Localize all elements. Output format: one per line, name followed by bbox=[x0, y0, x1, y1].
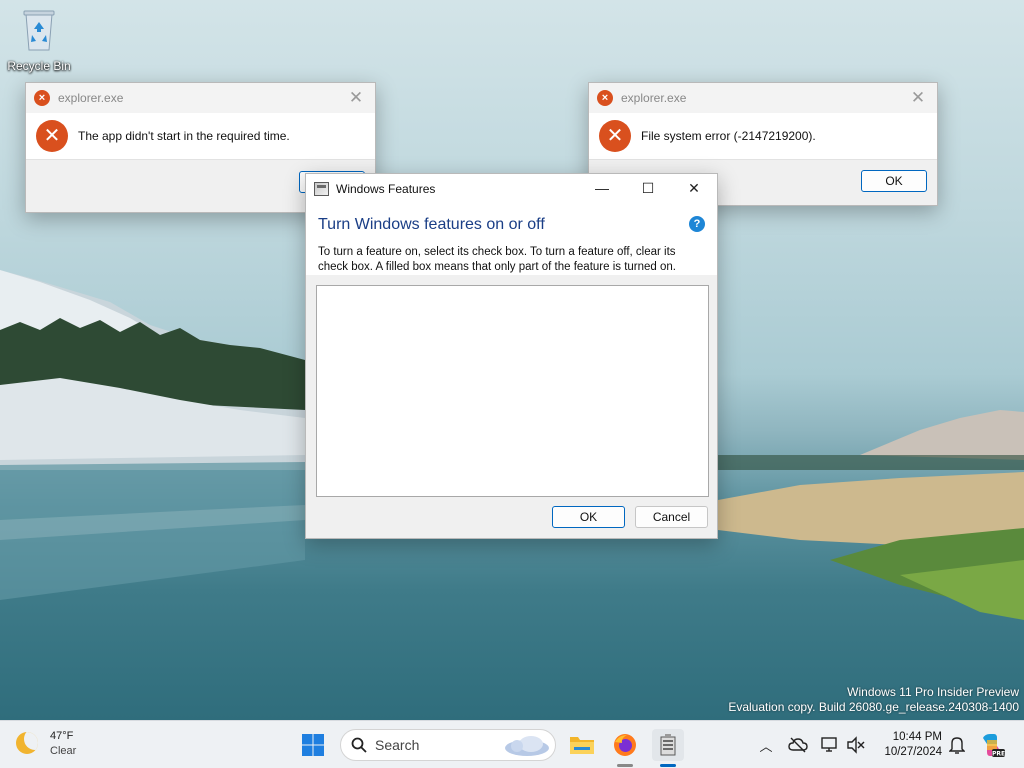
windows-features-description: To turn a feature on, select its check b… bbox=[318, 246, 676, 273]
error-dialog-titlebar[interactable]: × explorer.exe ✕ bbox=[589, 83, 937, 113]
tray-network[interactable] bbox=[818, 729, 842, 761]
search-placeholder: Search bbox=[375, 737, 420, 753]
firefox-icon bbox=[614, 734, 636, 756]
ok-button[interactable]: OK bbox=[552, 506, 625, 528]
desktop-icon-recycle-bin[interactable]: Recycle Bin bbox=[6, 8, 72, 73]
tray-onedrive[interactable] bbox=[786, 729, 810, 761]
weather-temp: 47°F bbox=[50, 730, 74, 742]
taskbar-windows-features[interactable] bbox=[652, 729, 684, 761]
taskbar-clock[interactable]: 10:44 PM 10/27/2024 bbox=[874, 730, 942, 760]
close-icon[interactable]: ✕ bbox=[347, 89, 365, 107]
running-indicator bbox=[617, 764, 633, 767]
tray-notifications[interactable] bbox=[946, 729, 968, 761]
clock-date: 10/27/2024 bbox=[884, 746, 942, 758]
maximize-icon[interactable]: ☐ bbox=[625, 174, 671, 203]
error-dialog-title: explorer.exe bbox=[58, 91, 124, 105]
windows-features-icon bbox=[660, 734, 676, 756]
watermark-line-1: Windows 11 Pro Insider Preview bbox=[847, 685, 1019, 699]
error-icon: ✕ bbox=[599, 120, 631, 152]
minimize-icon[interactable]: — bbox=[579, 174, 625, 203]
taskbar-search-box[interactable]: Search bbox=[340, 729, 556, 761]
clock-time: 10:44 PM bbox=[892, 731, 942, 743]
help-icon[interactable]: ? bbox=[689, 216, 705, 232]
close-icon[interactable]: ✕ bbox=[909, 89, 927, 107]
error-dialog-body: ✕ The app didn't start in the required t… bbox=[26, 113, 375, 159]
windows-features-dialog[interactable]: Windows Features — ☐ ✕ Turn Windows feat… bbox=[305, 173, 718, 539]
windows-features-heading: Turn Windows features on or off bbox=[318, 216, 545, 233]
error-small-icon: × bbox=[597, 90, 613, 106]
error-dialog-title: explorer.exe bbox=[621, 91, 687, 105]
ok-button[interactable]: OK bbox=[861, 170, 927, 192]
error-small-icon: × bbox=[34, 90, 50, 106]
error-message: File system error (-2147219200). bbox=[641, 129, 816, 143]
bell-icon bbox=[949, 737, 965, 754]
volume-muted-icon bbox=[847, 736, 865, 754]
taskbar-firefox[interactable] bbox=[609, 729, 641, 761]
taskbar: 47°F Clear Search ︿ 10:44 PM 10/27/2024 … bbox=[0, 720, 1024, 768]
windows-features-title: Windows Features bbox=[336, 181, 436, 196]
recycle-bin-icon bbox=[23, 10, 55, 51]
start-button[interactable] bbox=[297, 729, 329, 761]
error-dialog-body: ✕ File system error (-2147219200). bbox=[589, 113, 937, 159]
cloud-off-icon bbox=[788, 737, 808, 753]
folder-icon bbox=[570, 737, 594, 754]
moon-icon bbox=[16, 732, 38, 754]
show-hidden-icons[interactable]: ︿ bbox=[756, 729, 776, 761]
windows-features-titlebar[interactable]: Windows Features — ☐ ✕ bbox=[306, 174, 717, 203]
network-icon bbox=[821, 737, 837, 752]
active-indicator bbox=[660, 764, 676, 767]
features-tree-list[interactable] bbox=[316, 285, 709, 497]
tray-copilot[interactable]: PRE bbox=[978, 729, 1006, 761]
error-icon: ✕ bbox=[36, 120, 68, 152]
watermark-line-2: Evaluation copy. Build 26080.ge_release.… bbox=[728, 700, 1019, 714]
windows-logo-icon bbox=[302, 734, 324, 756]
tray-volume[interactable] bbox=[844, 729, 868, 761]
weather-condition: Clear bbox=[50, 745, 77, 757]
error-dialog-titlebar[interactable]: × explorer.exe ✕ bbox=[26, 83, 375, 113]
error-message: The app didn't start in the required tim… bbox=[78, 129, 290, 143]
taskbar-file-explorer[interactable] bbox=[566, 729, 598, 761]
weather-widget[interactable]: 47°F Clear bbox=[16, 729, 76, 759]
desktop-icon-label: Recycle Bin bbox=[7, 59, 71, 73]
close-icon[interactable]: ✕ bbox=[671, 174, 717, 203]
search-icon bbox=[351, 737, 367, 753]
copilot-icon: PRE bbox=[983, 734, 1005, 758]
svg-text:PRE: PRE bbox=[992, 751, 1005, 758]
cancel-button[interactable]: Cancel bbox=[635, 506, 708, 528]
chevron-up-icon: ︿ bbox=[759, 738, 773, 754]
search-highlight-icon bbox=[505, 736, 549, 756]
windows-features-app-icon bbox=[314, 181, 329, 196]
evaluation-watermark: Windows 11 Pro Insider Preview Evaluatio… bbox=[728, 685, 1019, 715]
